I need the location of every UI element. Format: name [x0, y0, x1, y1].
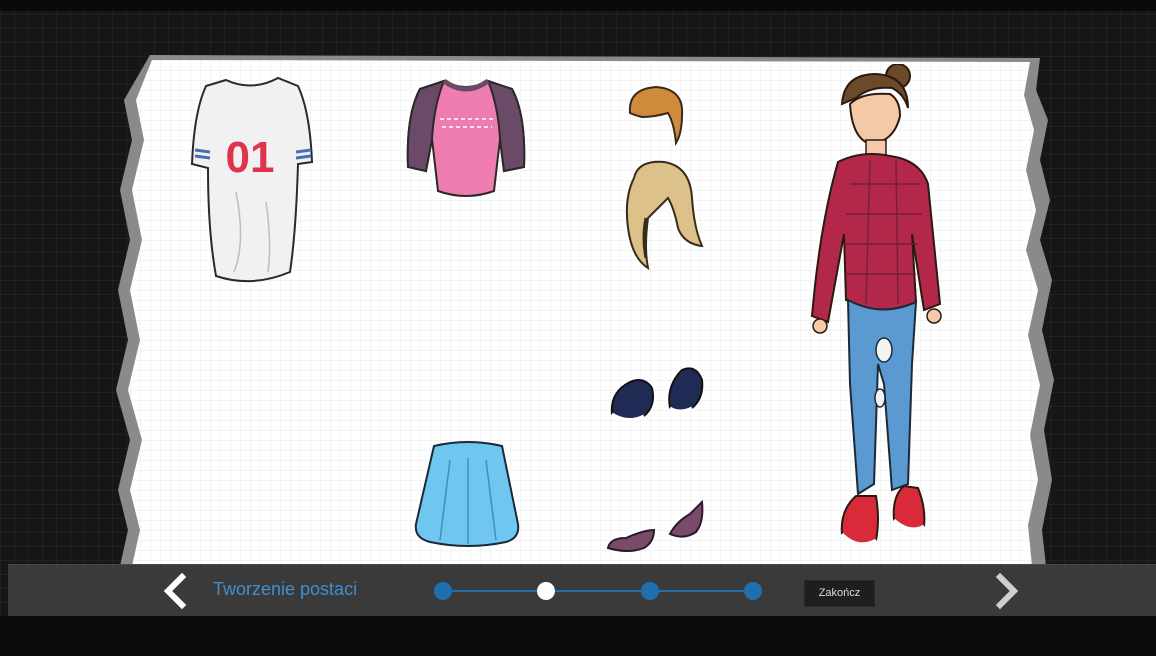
raglan-tee-item[interactable]	[404, 75, 528, 200]
character-avatar[interactable]	[800, 64, 960, 562]
finish-button[interactable]: Zakończ	[804, 580, 875, 607]
skirt-item[interactable]	[410, 440, 526, 550]
bottom-nav-bar: Tworzenie postaci Zakończ	[8, 564, 1156, 617]
progress-step-3[interactable]	[641, 582, 659, 600]
progress-step-2[interactable]	[537, 582, 555, 600]
sneakers-item[interactable]	[604, 362, 710, 428]
progress-steps	[434, 580, 764, 602]
chevron-right-icon[interactable]	[988, 571, 1024, 611]
jersey-dress-item[interactable]: 01	[186, 72, 318, 292]
chevron-left-icon[interactable]	[158, 571, 194, 611]
bottom-black-strip	[0, 616, 1156, 656]
progress-line	[442, 590, 754, 592]
short-hair-item[interactable]	[624, 83, 688, 147]
progress-step-4[interactable]	[744, 582, 762, 600]
jersey-number: 01	[226, 133, 275, 182]
paper-board	[116, 55, 1054, 566]
progress-step-1[interactable]	[434, 582, 452, 600]
flats-item[interactable]	[604, 500, 710, 560]
game-stage: 01 Tworzenie postaci Zakończ	[0, 0, 1156, 656]
long-hair-item[interactable]	[618, 158, 706, 274]
step-title: Tworzenie postaci	[213, 579, 358, 599]
